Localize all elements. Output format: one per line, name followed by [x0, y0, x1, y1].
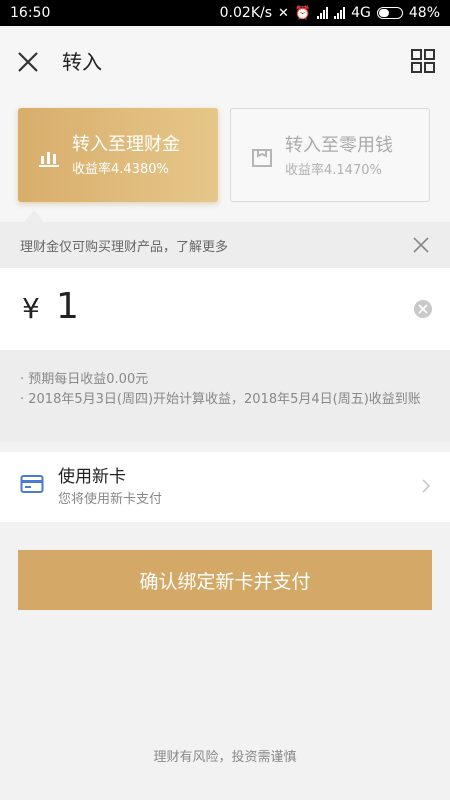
- signal-icon-2: [334, 7, 346, 19]
- earnings-info: · 预期每日收益0.00元 · 2018年5月3日(周四)开始计算收益，2018…: [0, 350, 450, 442]
- option-title: 转入至理财金: [72, 134, 180, 155]
- card-icon: [20, 474, 44, 494]
- close-icon[interactable]: [14, 48, 42, 76]
- header: 转入: [0, 26, 450, 98]
- earnings-schedule: · 2018年5月3日(周四)开始计算收益，2018年5月4日(周五)收益到账: [20, 392, 421, 407]
- network-type: 4G: [351, 5, 371, 21]
- mute-icon: ✕: [278, 5, 289, 21]
- bar-chart-icon: [38, 146, 60, 168]
- option-lingyongqian[interactable]: 转入至零用钱 收益率4.1470%: [230, 108, 430, 202]
- grid-icon[interactable]: [410, 48, 436, 74]
- status-right: 0.02K/s ✕ ⏰ 4G 48%: [220, 5, 440, 21]
- network-speed: 0.02K/s: [219, 5, 273, 21]
- battery-level: [378, 9, 390, 17]
- status-bar: 16:50 0.02K/s ✕ ⏰ 4G 48%: [0, 0, 450, 26]
- signal-icon: [317, 7, 329, 19]
- option-title: 转入至零用钱: [285, 135, 393, 156]
- payment-method-row[interactable]: 使用新卡 您将使用新卡支付: [0, 452, 450, 522]
- amount-input[interactable]: 1: [56, 286, 79, 327]
- option-rate: 收益率4.1470%: [285, 163, 382, 178]
- risk-disclaimer: 理财有风险，投资需谨慎: [153, 750, 297, 765]
- clear-icon[interactable]: [414, 300, 432, 318]
- notice-bar[interactable]: 理财金仅可购买理财产品，了解更多: [0, 222, 450, 268]
- option-rate: 收益率4.4380%: [72, 162, 169, 177]
- battery-icon: [376, 7, 403, 19]
- payment-subtitle: 您将使用新卡支付: [58, 492, 163, 507]
- confirm-button[interactable]: 确认绑定新卡并支付: [18, 550, 432, 610]
- battery-percent: 48%: [408, 5, 440, 21]
- alarm-icon: ⏰: [294, 5, 312, 21]
- selection-pointer: [24, 210, 44, 222]
- option-licaijin[interactable]: 转入至理财金 收益率4.4380%: [18, 108, 218, 202]
- currency-symbol: ¥: [22, 292, 40, 325]
- chevron-right-icon: [420, 478, 432, 494]
- status-time: 16:50: [10, 5, 51, 21]
- expected-earnings: · 预期每日收益0.00元: [20, 372, 149, 387]
- amount-field[interactable]: ¥ 1: [0, 268, 450, 350]
- page-title: 转入: [62, 50, 102, 74]
- notice-text[interactable]: 理财金仅可购买理财产品，了解更多: [20, 236, 228, 255]
- wallet-icon: [251, 147, 273, 169]
- transfer-options: 转入至理财金 收益率4.4380% 转入至零用钱 收益率4.1470%: [0, 98, 450, 222]
- payment-title: 使用新卡: [58, 467, 126, 487]
- close-icon[interactable]: [412, 236, 430, 254]
